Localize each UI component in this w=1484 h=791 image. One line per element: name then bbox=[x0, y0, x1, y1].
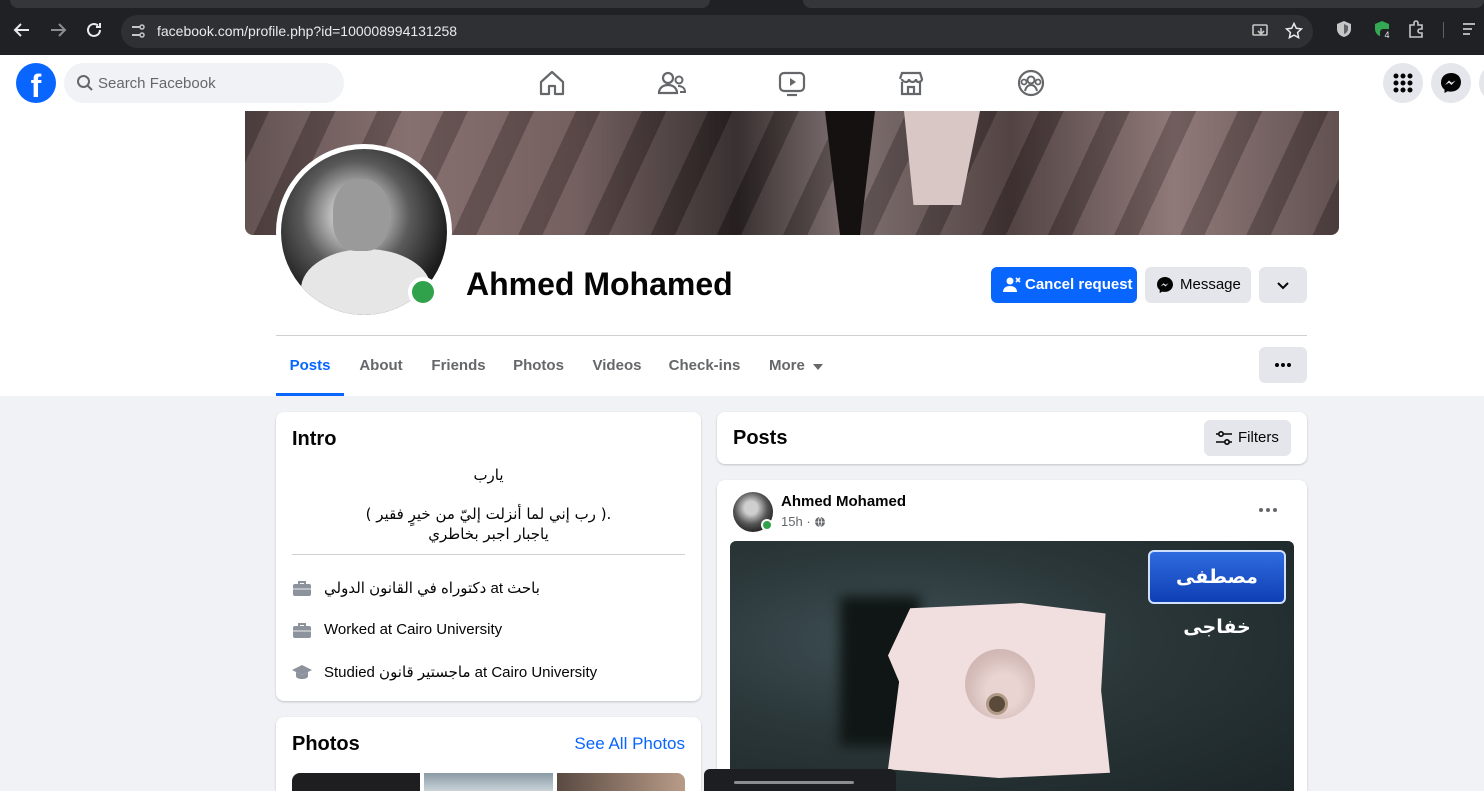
vpn-extension-icon[interactable]: 4 bbox=[1372, 19, 1394, 41]
intro-item-text: Studied ماجستير قانون at Cairo Universit… bbox=[324, 664, 598, 681]
groups-icon[interactable] bbox=[1015, 67, 1047, 99]
search-icon bbox=[77, 75, 93, 91]
photo-thumbnail[interactable] bbox=[424, 773, 553, 791]
header-divider bbox=[276, 335, 1307, 336]
profile-name: Ahmed Mohamed bbox=[466, 266, 733, 302]
shield-extension-icon[interactable] bbox=[1334, 19, 1354, 39]
facebook-top-bar: f bbox=[0, 55, 1484, 111]
cancel-request-button[interactable]: Cancel request bbox=[991, 267, 1137, 303]
friends-icon[interactable] bbox=[656, 67, 688, 99]
account-avatar-button[interactable] bbox=[1479, 63, 1484, 103]
browser-toolbar: facebook.com/profile.php?id=100008994131… bbox=[0, 0, 1484, 55]
reading-list-icon[interactable] bbox=[1460, 19, 1480, 39]
intro-item-text: دكتوراه في القانون الدولي at باحث bbox=[324, 580, 540, 597]
message-button[interactable]: Message bbox=[1145, 267, 1251, 303]
extensions-puzzle-icon[interactable] bbox=[1406, 19, 1426, 39]
back-button[interactable] bbox=[10, 18, 34, 42]
filters-icon bbox=[1216, 430, 1232, 446]
caret-down-icon bbox=[813, 364, 823, 370]
post-author-name[interactable]: Ahmed Mohamed bbox=[781, 493, 906, 510]
bio-line-1: يارب bbox=[473, 466, 504, 484]
site-info-icon[interactable] bbox=[129, 22, 147, 40]
reload-button[interactable] bbox=[82, 18, 106, 42]
tab-check-ins[interactable]: Check-ins bbox=[656, 344, 753, 396]
facebook-logo-icon[interactable]: f bbox=[16, 63, 56, 103]
intro-title: Intro bbox=[292, 428, 337, 450]
bio-line-3: ياجبار اجبر بخاطري bbox=[428, 525, 549, 543]
tab-more-label: More bbox=[769, 357, 805, 374]
active-tab-indicator bbox=[276, 393, 344, 396]
image-cavity-center bbox=[986, 693, 1008, 715]
bookmark-star-icon[interactable] bbox=[1284, 21, 1304, 40]
search-input[interactable] bbox=[98, 63, 338, 103]
meta-dot: · bbox=[806, 514, 815, 529]
video-progress-track[interactable] bbox=[734, 781, 854, 784]
toolbar-separator bbox=[1443, 22, 1444, 38]
browser-tab-strip[interactable] bbox=[10, 0, 710, 8]
image-caption-badge: مصطفى خفاجى bbox=[1148, 550, 1286, 638]
tab-videos[interactable]: Videos bbox=[578, 344, 656, 396]
briefcase-icon bbox=[293, 581, 311, 596]
forward-arrow-icon bbox=[51, 23, 67, 37]
forward-button[interactable] bbox=[46, 18, 70, 42]
tab-more[interactable]: More bbox=[753, 344, 839, 396]
online-status-dot bbox=[408, 277, 438, 307]
globe-icon bbox=[815, 516, 826, 528]
posts-title: Posts bbox=[733, 427, 788, 449]
avatar-head bbox=[333, 179, 389, 251]
photo-thumbnail[interactable] bbox=[292, 773, 420, 791]
post-time[interactable]: 15h bbox=[781, 514, 803, 529]
menu-grid-button[interactable] bbox=[1383, 63, 1423, 103]
intro-divider bbox=[292, 554, 685, 555]
cancel-request-label: Cancel request bbox=[1025, 276, 1133, 293]
post-online-dot bbox=[761, 519, 773, 531]
browser-tab-strip-right[interactable] bbox=[803, 0, 1484, 8]
intro-card: Intro يارب ( رب إني لما أنزلت إليّ من خي… bbox=[276, 412, 701, 701]
messenger-button[interactable] bbox=[1431, 63, 1471, 103]
menu-grid-icon bbox=[1393, 73, 1413, 93]
video-controls-bar[interactable] bbox=[704, 769, 896, 791]
address-bar[interactable]: facebook.com/profile.php?id=100008994131… bbox=[121, 15, 1313, 48]
profile-more-button[interactable] bbox=[1259, 347, 1307, 383]
more-options-dropdown-button[interactable] bbox=[1259, 267, 1307, 303]
search-box[interactable] bbox=[64, 63, 344, 103]
filters-button[interactable]: Filters bbox=[1204, 420, 1291, 456]
watch-icon[interactable] bbox=[776, 67, 808, 99]
reload-icon bbox=[87, 22, 101, 37]
cancel-friend-icon bbox=[1003, 277, 1021, 292]
back-arrow-icon bbox=[13, 23, 29, 37]
ellipsis-icon bbox=[1259, 508, 1277, 512]
marketplace-icon[interactable] bbox=[895, 67, 927, 99]
tab-about[interactable]: About bbox=[344, 344, 418, 396]
post-meta: 15h · bbox=[781, 514, 826, 529]
photo-thumbnail[interactable] bbox=[557, 773, 685, 791]
ellipsis-icon bbox=[1275, 363, 1291, 367]
tab-friends[interactable]: Friends bbox=[418, 344, 499, 396]
install-app-icon[interactable] bbox=[1252, 22, 1270, 40]
tab-posts[interactable]: Posts bbox=[276, 344, 344, 396]
see-all-photos-link[interactable]: See All Photos bbox=[574, 734, 685, 754]
posts-header-card: Posts Filters bbox=[717, 412, 1307, 464]
graduation-cap-icon bbox=[292, 665, 312, 679]
tab-photos[interactable]: Photos bbox=[499, 344, 578, 396]
home-icon[interactable] bbox=[536, 67, 568, 99]
url-text[interactable]: facebook.com/profile.php?id=100008994131… bbox=[157, 23, 457, 39]
bio-line-2: ( رب إني لما أنزلت إليّ من خيرٍ فقير ). bbox=[365, 505, 612, 523]
extension-badge: 4 bbox=[1380, 29, 1394, 41]
chevron-down-icon bbox=[1277, 282, 1289, 290]
briefcase-icon bbox=[293, 623, 311, 638]
intro-item-text: Worked at Cairo University bbox=[324, 621, 503, 638]
messenger-small-icon bbox=[1157, 277, 1173, 293]
messenger-icon bbox=[1441, 73, 1461, 93]
message-label: Message bbox=[1180, 276, 1241, 293]
filters-label: Filters bbox=[1238, 429, 1279, 446]
photos-title: Photos bbox=[292, 733, 360, 755]
post-options-button[interactable] bbox=[1252, 498, 1284, 522]
post-image[interactable]: مصطفى خفاجى bbox=[730, 541, 1294, 791]
